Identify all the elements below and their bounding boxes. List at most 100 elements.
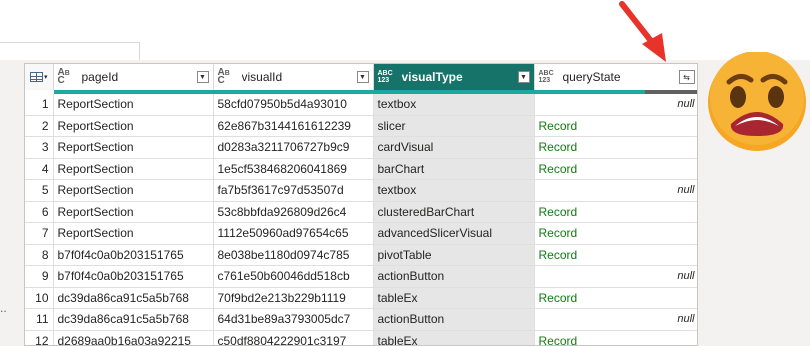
data-grid: ▾ AB C pageId ▼ AB C visualId ▼ ABC 123 … xyxy=(24,63,698,346)
cell-pageId[interactable]: ReportSection xyxy=(53,201,214,223)
table-row[interactable]: 1 ReportSection 58cfd07950b5d4a93010 textbo… xyxy=(25,92,697,116)
column-header-visualType[interactable]: ABC 123 visualType ▼ xyxy=(373,64,535,94)
table-row[interactable]: 9 b7f0f4c0a0b203151765 c761e50b60046dd518c… xyxy=(25,265,697,288)
row-number[interactable]: 1 xyxy=(25,92,54,116)
cell-queryState[interactable]: null xyxy=(534,179,697,202)
table-row[interactable]: 3 ReportSection d0283a3211706727b9c9 cardVi… xyxy=(25,136,697,159)
column-quality-bar xyxy=(644,90,697,94)
cell-queryState[interactable]: Record xyxy=(534,244,697,266)
row-number[interactable]: 2 xyxy=(25,115,54,137)
cell-queryState[interactable]: null xyxy=(534,92,697,116)
row-number[interactable]: 9 xyxy=(25,265,54,288)
row-number[interactable]: 11 xyxy=(25,308,54,331)
column-header-queryState[interactable]: ABC 123 queryState ⇆ xyxy=(534,64,697,94)
any-type-icon[interactable]: ABC 123 xyxy=(539,70,557,84)
table-row[interactable]: 10 dc39da86ca91c5a5b768 70f9bd2e213b229b11… xyxy=(25,287,697,309)
cell-queryState[interactable]: Record xyxy=(534,158,697,180)
table-row[interactable]: 8 b7f0f4c0a0b203151765 8e038be1180d0974c78… xyxy=(25,244,697,266)
caret-down-icon[interactable]: ▾ xyxy=(44,73,48,81)
cell-queryState[interactable]: Record xyxy=(534,115,697,137)
cell-pageId[interactable]: ReportSection xyxy=(53,179,214,202)
row-number[interactable]: 7 xyxy=(25,222,54,245)
row-number[interactable]: 5 xyxy=(25,179,54,202)
cell-visualId[interactable]: c50df8804222901c3197 xyxy=(213,330,374,345)
text-type-icon[interactable]: AB C xyxy=(58,68,76,86)
row-number[interactable]: 8 xyxy=(25,244,54,266)
row-number[interactable]: 6 xyxy=(25,201,54,223)
cell-pageId[interactable]: b7f0f4c0a0b203151765 xyxy=(53,265,214,288)
cell-visualType[interactable]: pivotTable xyxy=(373,244,535,266)
column-name: visualType xyxy=(401,70,463,84)
cell-visualType[interactable]: actionButton xyxy=(373,308,535,331)
any-type-icon[interactable]: ABC 123 xyxy=(378,70,396,84)
side-ellipsis[interactable]: .. xyxy=(0,302,8,314)
cell-visualId[interactable]: 8e038be1180d0974c785 xyxy=(213,244,374,266)
cell-visualId[interactable]: fa7b5f3617c97d53507d xyxy=(213,179,374,202)
shocked-face-emoji-icon xyxy=(708,52,806,151)
cell-visualType[interactable]: textbox xyxy=(373,179,535,202)
row-number[interactable]: 12 xyxy=(25,330,54,345)
table-row[interactable]: 5 ReportSection fa7b5f3617c97d53507d textbo… xyxy=(25,179,697,202)
row-number[interactable]: 10 xyxy=(25,287,54,309)
cell-pageId[interactable]: ReportSection xyxy=(53,136,214,159)
cell-queryState[interactable]: null xyxy=(534,308,697,331)
cell-queryState[interactable]: Record xyxy=(534,287,697,309)
formula-bar-area xyxy=(0,0,810,60)
cell-visualId[interactable]: d0283a3211706727b9c9 xyxy=(213,136,374,159)
cell-visualType[interactable]: cardVisual xyxy=(373,136,535,159)
cell-pageId[interactable]: dc39da86ca91c5a5b768 xyxy=(53,287,214,309)
table-row[interactable]: 12 d2689aa0b16a03a92215 c50df8804222901c31… xyxy=(25,330,697,345)
column-header-visualId[interactable]: AB C visualId ▼ xyxy=(213,64,374,94)
table-icon[interactable] xyxy=(29,72,43,82)
filter-dropdown-icon[interactable]: ▼ xyxy=(356,71,369,83)
cell-visualType[interactable]: barChart xyxy=(373,158,535,180)
cell-pageId[interactable]: b7f0f4c0a0b203151765 xyxy=(53,244,214,266)
cell-pageId[interactable]: dc39da86ca91c5a5b768 xyxy=(53,308,214,331)
cell-queryState[interactable]: Record xyxy=(534,330,697,345)
table-row[interactable]: 6 ReportSection 53c8bbfda926809d26c4 cluste… xyxy=(25,201,697,223)
table-row[interactable]: 2 ReportSection 62e867b3144161612239 slicer… xyxy=(25,115,697,137)
cell-visualId[interactable]: c761e50b60046dd518cb xyxy=(213,265,374,288)
column-header-pageId[interactable]: AB C pageId ▼ xyxy=(53,64,214,94)
cell-visualId[interactable]: 70f9bd2e213b229b1119 xyxy=(213,287,374,309)
cell-visualType[interactable]: textbox xyxy=(373,92,535,116)
cell-visualId[interactable]: 53c8bbfda926809d26c4 xyxy=(213,201,374,223)
cell-visualId[interactable]: 1e5cf538468206041869 xyxy=(213,158,374,180)
cell-visualType[interactable]: clusteredBarChart xyxy=(373,201,535,223)
data-table: ▾ AB C pageId ▼ AB C visualId ▼ ABC 123 … xyxy=(25,64,697,345)
column-name: visualId xyxy=(241,70,283,84)
filter-dropdown-icon[interactable]: ▼ xyxy=(196,71,209,83)
cell-pageId[interactable]: ReportSection xyxy=(53,222,214,245)
row-number[interactable]: 4 xyxy=(25,158,54,180)
cell-visualType[interactable]: actionButton xyxy=(373,265,535,288)
table-row[interactable]: 11 dc39da86ca91c5a5b768 64d31be89a3793005d… xyxy=(25,308,697,331)
row-number[interactable]: 3 xyxy=(25,136,54,159)
cell-pageId[interactable]: d2689aa0b16a03a92215 xyxy=(53,330,214,345)
column-name: pageId xyxy=(81,70,119,84)
cell-visualId[interactable]: 62e867b3144161612239 xyxy=(213,115,374,137)
cell-visualId[interactable]: 64d31be89a3793005dc7 xyxy=(213,308,374,331)
cell-visualType[interactable]: tableEx xyxy=(373,330,535,345)
cell-visualId[interactable]: 1112e50960ad97654c65 xyxy=(213,222,374,245)
cell-pageId[interactable]: ReportSection xyxy=(53,92,214,116)
cell-queryState[interactable]: Record xyxy=(534,222,697,245)
filter-dropdown-icon[interactable]: ▼ xyxy=(517,71,530,83)
cell-visualType[interactable]: tableEx xyxy=(373,287,535,309)
expand-columns-icon[interactable]: ⇆ xyxy=(678,70,695,84)
table-menu-header[interactable]: ▾ xyxy=(25,64,54,94)
cell-queryState[interactable]: null xyxy=(534,265,697,288)
cell-visualType[interactable]: slicer xyxy=(373,115,535,137)
table-body: 1 ReportSection 58cfd07950b5d4a93010 textbo… xyxy=(25,92,697,345)
cell-queryState[interactable]: Record xyxy=(534,136,697,159)
cell-queryState[interactable]: Record xyxy=(534,201,697,223)
cell-visualType[interactable]: advancedSlicerVisual xyxy=(373,222,535,245)
cell-visualId[interactable]: 58cfd07950b5d4a93010 xyxy=(213,92,374,116)
table-row[interactable]: 4 ReportSection 1e5cf538468206041869 barCha… xyxy=(25,158,697,180)
text-type-icon[interactable]: AB C xyxy=(218,68,236,86)
header-row: ▾ AB C pageId ▼ AB C visualId ▼ ABC 123 … xyxy=(25,64,697,94)
column-name: queryState xyxy=(562,70,621,84)
red-arrow-icon xyxy=(619,1,666,62)
cell-pageId[interactable]: ReportSection xyxy=(53,115,214,137)
cell-pageId[interactable]: ReportSection xyxy=(53,158,214,180)
table-row[interactable]: 7 ReportSection 1112e50960ad97654c65 advanc… xyxy=(25,222,697,245)
